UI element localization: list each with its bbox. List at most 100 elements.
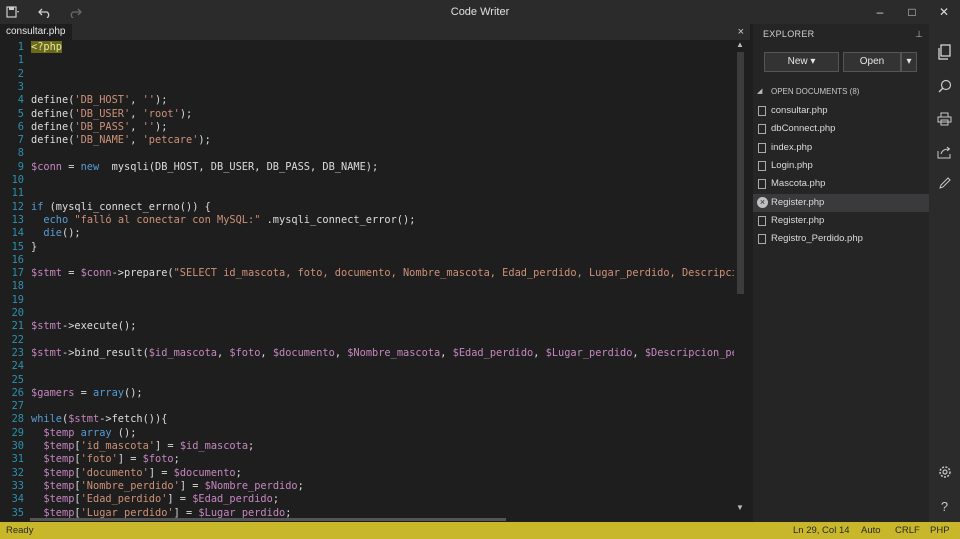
code-text[interactable]: $stmt->bind_result($id_mascota, $foto, $… (31, 347, 738, 360)
file-name: Login.php (771, 159, 813, 171)
redo-icon[interactable] (62, 0, 88, 24)
code-line[interactable]: 2 (0, 68, 746, 81)
tab-close-icon[interactable]: × (738, 24, 744, 40)
code-line[interactable]: 13 echo "falló al conectar con MySQL:" .… (0, 214, 746, 227)
code-text[interactable]: $temp['foto'] = $foto; (31, 453, 179, 466)
code-text[interactable]: } (31, 241, 37, 254)
code-line[interactable]: 25 (0, 374, 746, 387)
code-line[interactable]: 7 define('DB_NAME', 'petcare'); (0, 134, 746, 147)
code-text[interactable]: $temp array (); (31, 427, 136, 440)
code-line[interactable]: 31 $temp['foto'] = $foto; (0, 453, 746, 466)
search-icon[interactable] (929, 77, 960, 101)
code-line[interactable]: 19 (0, 294, 746, 307)
code-text[interactable]: define('DB_HOST', ''); (31, 94, 167, 107)
line-number: 4 (17, 94, 24, 107)
code-text[interactable]: $temp['Edad_perdido'] = $Edad_perdido; (31, 493, 279, 506)
code-line[interactable]: 28 while($stmt->fetch()){ (0, 413, 746, 426)
print-icon[interactable] (929, 110, 960, 134)
tab-bar: consultar.php × (0, 24, 750, 40)
code-line[interactable]: 16 (0, 254, 746, 267)
code-line[interactable]: 14 die(); (0, 227, 746, 240)
code-text[interactable]: $temp['Nombre_perdido'] = $Nombre_perdid… (31, 480, 303, 493)
scroll-up-icon[interactable]: ▲ (734, 40, 746, 49)
code-line[interactable]: 10 (0, 174, 746, 187)
code-text[interactable]: $temp['id_mascota'] = $id_mascota; (31, 440, 254, 453)
line-number: 33 (11, 479, 24, 492)
share-icon[interactable] (929, 143, 960, 167)
cursor-position[interactable]: Ln 29, Col 14 (793, 522, 850, 539)
scrollbar-thumb[interactable] (737, 52, 744, 294)
code-line[interactable]: 26 $gamers = array(); (0, 387, 746, 400)
line-number: 13 (11, 213, 24, 226)
code-text[interactable]: $conn = new mysqli(DB_HOST, DB_USER, DB_… (31, 161, 378, 174)
code-line[interactable]: 12 if (mysqli_connect_errno()) { (0, 201, 746, 214)
code-text[interactable]: echo "falló al conectar con MySQL:" .mys… (31, 214, 415, 227)
open-document-item[interactable]: Login.php (753, 157, 929, 175)
code-line[interactable]: 33 $temp['Nombre_perdido'] = $Nombre_per… (0, 480, 746, 493)
open-button[interactable]: Open (843, 52, 901, 72)
code-line[interactable]: 5 define('DB_USER', 'root'); (0, 108, 746, 121)
language-mode[interactable]: PHP (930, 522, 950, 539)
open-document-item[interactable]: Register.php (753, 212, 929, 230)
save-icon[interactable] (0, 0, 26, 24)
code-line[interactable]: 3 (0, 81, 746, 94)
code-text[interactable]: $temp['documento'] = $documento; (31, 467, 241, 480)
new-button[interactable]: New ▾ (764, 52, 839, 72)
code-text[interactable]: define('DB_NAME', 'petcare'); (31, 134, 211, 147)
editor-vertical-scrollbar[interactable]: ▲ ▼ (734, 40, 746, 512)
code-line[interactable]: 9 $conn = new mysqli(DB_HOST, DB_USER, DB… (0, 161, 746, 174)
code-line[interactable]: 27 (0, 400, 746, 413)
code-line[interactable]: 21 $stmt->execute(); (0, 320, 746, 333)
code-line[interactable]: 8 (0, 147, 746, 160)
code-line[interactable]: 20 (0, 307, 746, 320)
maximize-button[interactable]: □ (896, 0, 928, 24)
undo-icon[interactable] (32, 0, 58, 24)
code-text[interactable]: die(); (31, 227, 80, 240)
pen-icon[interactable] (929, 174, 960, 198)
code-text[interactable]: $gamers = array(); (31, 387, 143, 400)
open-document-item[interactable]: Mascota.php (753, 175, 929, 193)
open-document-item[interactable]: index.php (753, 139, 929, 157)
files-icon[interactable] (929, 44, 960, 68)
code-text[interactable]: define('DB_USER', 'root'); (31, 108, 192, 121)
code-text[interactable]: $stmt->execute(); (31, 320, 136, 333)
close-document-icon[interactable]: × (757, 196, 768, 208)
open-document-item[interactable]: dbConnect.php (753, 120, 929, 138)
code-line[interactable]: 24 (0, 360, 746, 373)
scroll-down-icon[interactable]: ▼ (734, 503, 746, 512)
line-ending[interactable]: CRLF (895, 522, 920, 539)
editor-horizontal-scrollbar[interactable] (30, 518, 506, 521)
pin-icon[interactable]: ⊥ (915, 26, 923, 42)
code-line[interactable]: 4 define('DB_HOST', ''); (0, 94, 746, 107)
code-line[interactable]: 6 define('DB_PASS', ''); (0, 121, 746, 134)
code-line[interactable]: 15} (0, 241, 746, 254)
code-line[interactable]: 30 $temp['id_mascota'] = $id_mascota; (0, 440, 746, 453)
code-line[interactable]: 22 (0, 334, 746, 347)
code-line[interactable]: 11 (0, 187, 746, 200)
settings-icon[interactable] (929, 463, 960, 487)
code-text[interactable]: if (mysqli_connect_errno()) { (31, 201, 211, 214)
code-line[interactable]: 18 (0, 280, 746, 293)
code-text[interactable]: while($stmt->fetch()){ (31, 413, 167, 426)
code-line[interactable]: 32 $temp['documento'] = $documento; (0, 467, 746, 480)
open-document-item[interactable]: Registro_Perdido.php (753, 230, 929, 248)
code-editor[interactable]: 1 <?php 1 2 3 4 define('DB_HOST', ''); 5 define(… (0, 40, 746, 520)
open-document-item[interactable]: × Register.php (753, 193, 929, 212)
code-text[interactable]: define('DB_PASS', ''); (31, 121, 167, 134)
help-icon[interactable]: ? (929, 495, 960, 519)
code-line[interactable]: 23 $stmt->bind_result($id_mascota, $foto,… (0, 347, 746, 360)
tab-consultar[interactable]: consultar.php (0, 24, 72, 40)
indent-mode[interactable]: Auto (861, 522, 881, 539)
code-text[interactable]: <?php (31, 41, 62, 54)
code-line[interactable]: 17 $stmt = $conn->prepare("SELECT id_masc… (0, 267, 746, 280)
open-document-item[interactable]: consultar.php (753, 102, 929, 120)
code-line[interactable]: 34 $temp['Edad_perdido'] = $Edad_perdido… (0, 493, 746, 506)
open-dropdown-button[interactable]: ▾ (901, 52, 917, 72)
close-window-button[interactable]: ✕ (928, 0, 960, 24)
code-text[interactable]: $stmt = $conn->prepare("SELECT id_mascot… (31, 267, 738, 280)
code-line[interactable]: 1 <?php (0, 41, 746, 54)
code-line[interactable]: 29 $temp array (); (0, 427, 746, 440)
code-line[interactable]: 1 (0, 54, 746, 67)
minimize-button[interactable]: – (864, 0, 896, 24)
open-documents-header[interactable]: ◢ OPEN DOCUMENTS (8) (753, 84, 929, 100)
